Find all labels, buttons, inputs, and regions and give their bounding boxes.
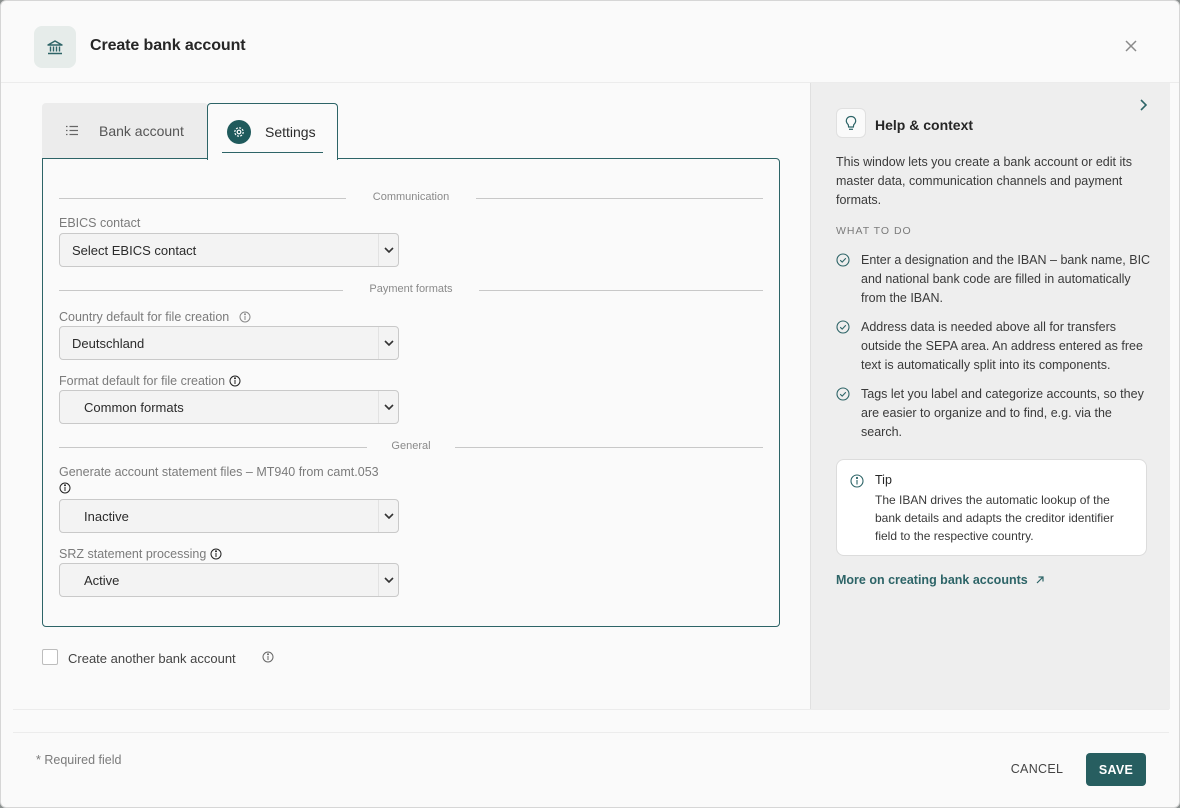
mt940-value: Inactive bbox=[84, 508, 129, 524]
format-default-value: Common formats bbox=[84, 399, 184, 415]
info-icon[interactable] bbox=[239, 311, 251, 323]
list-item: Address data is needed above all for tra… bbox=[836, 318, 1151, 375]
format-default-select[interactable]: Common formats bbox=[59, 390, 399, 424]
help-intro: This window lets you create a bank accou… bbox=[836, 155, 1132, 207]
srz-value: Active bbox=[84, 572, 120, 588]
todo-text: Address data is needed above all for tra… bbox=[861, 320, 1143, 372]
footer-divider bbox=[13, 709, 1169, 710]
check-circle-icon bbox=[836, 387, 852, 442]
help-context-pane: Help & context This window lets you crea… bbox=[810, 83, 1170, 709]
dialog-title: Create bank account bbox=[90, 37, 246, 54]
info-icon[interactable] bbox=[210, 548, 222, 560]
required-field-note: * Required field bbox=[36, 753, 122, 767]
create-another-checkbox[interactable] bbox=[42, 649, 58, 665]
chevron-down-icon bbox=[378, 234, 398, 266]
section-divider-communication: Communication bbox=[59, 191, 763, 205]
mt940-select[interactable]: Inactive bbox=[59, 499, 399, 533]
country-default-value: Deutschland bbox=[72, 335, 145, 351]
more-info-link-label: More on creating bank accounts bbox=[836, 573, 1028, 587]
chevron-right-icon[interactable] bbox=[1139, 99, 1148, 114]
check-circle-icon bbox=[836, 320, 852, 375]
todo-text: Enter a designation and the IBAN – bank … bbox=[861, 253, 1151, 305]
srz-label: SRZ statement processing bbox=[59, 547, 222, 561]
create-another-label: Create another bank account bbox=[68, 651, 236, 666]
srz-select[interactable]: Active bbox=[59, 563, 399, 597]
tab-settings[interactable]: Settings bbox=[207, 103, 338, 160]
ebics-contact-value: Select EBICS contact bbox=[72, 242, 197, 258]
bank-icon bbox=[34, 26, 76, 68]
chevron-down-icon bbox=[378, 564, 398, 596]
settings-panel: Communication EBICS contact Select EBICS… bbox=[42, 158, 780, 627]
country-default-label: Country default for file creation bbox=[59, 310, 251, 324]
what-to-do-heading: WHAT TO DO bbox=[836, 225, 912, 237]
info-icon[interactable] bbox=[262, 651, 274, 666]
check-circle-icon bbox=[836, 253, 852, 308]
external-arrow-icon bbox=[1036, 576, 1044, 584]
chevron-down-icon bbox=[378, 500, 398, 532]
info-icon bbox=[850, 474, 864, 491]
tip-text: The IBAN drives the automatic lookup of … bbox=[875, 493, 1114, 543]
chevron-down-icon bbox=[378, 327, 398, 359]
dialog-header: Create bank account bbox=[1, 1, 1179, 83]
more-info-link[interactable]: More on creating bank accounts bbox=[836, 573, 1044, 587]
footer-divider bbox=[13, 732, 1169, 733]
cancel-button[interactable]: CANCEL bbox=[1001, 753, 1073, 785]
help-title: Help & context bbox=[875, 117, 974, 133]
info-icon[interactable] bbox=[59, 482, 71, 494]
section-label-payment-formats: Payment formats bbox=[369, 283, 453, 295]
format-default-label: Format default for file creation bbox=[59, 374, 241, 388]
todo-text: Tags let you label and categorize accoun… bbox=[861, 387, 1144, 439]
gear-icon bbox=[227, 120, 251, 144]
create-bank-account-dialog: Create bank account Bank account Setting… bbox=[0, 0, 1180, 808]
section-divider-payment-formats: Payment formats bbox=[59, 283, 763, 297]
mt940-label: Generate account statement files – MT940… bbox=[59, 465, 379, 479]
list-item: Enter a designation and the IBAN – bank … bbox=[836, 251, 1151, 308]
section-label-communication: Communication bbox=[372, 191, 450, 203]
close-icon[interactable] bbox=[1121, 36, 1141, 56]
info-icon[interactable] bbox=[229, 375, 241, 387]
list-item: Tags let you label and categorize accoun… bbox=[836, 385, 1151, 442]
tip-title: Tip bbox=[875, 473, 892, 487]
tab-bank-account-label: Bank account bbox=[99, 123, 184, 139]
chevron-down-icon bbox=[378, 391, 398, 423]
tab-active-indicator bbox=[222, 152, 323, 153]
tab-bank-account[interactable]: Bank account bbox=[42, 103, 208, 159]
ebics-contact-select[interactable]: Select EBICS contact bbox=[59, 233, 399, 267]
tip-box: Tip The IBAN drives the automatic lookup… bbox=[836, 459, 1147, 556]
list-icon bbox=[66, 123, 79, 139]
section-divider-general: General bbox=[59, 440, 763, 454]
country-default-select[interactable]: Deutschland bbox=[59, 326, 399, 360]
tab-settings-label: Settings bbox=[265, 124, 316, 140]
lightbulb-icon bbox=[836, 108, 866, 138]
section-label-general: General bbox=[391, 440, 431, 452]
ebics-contact-label: EBICS contact bbox=[59, 216, 141, 230]
save-button[interactable]: SAVE bbox=[1086, 753, 1146, 786]
